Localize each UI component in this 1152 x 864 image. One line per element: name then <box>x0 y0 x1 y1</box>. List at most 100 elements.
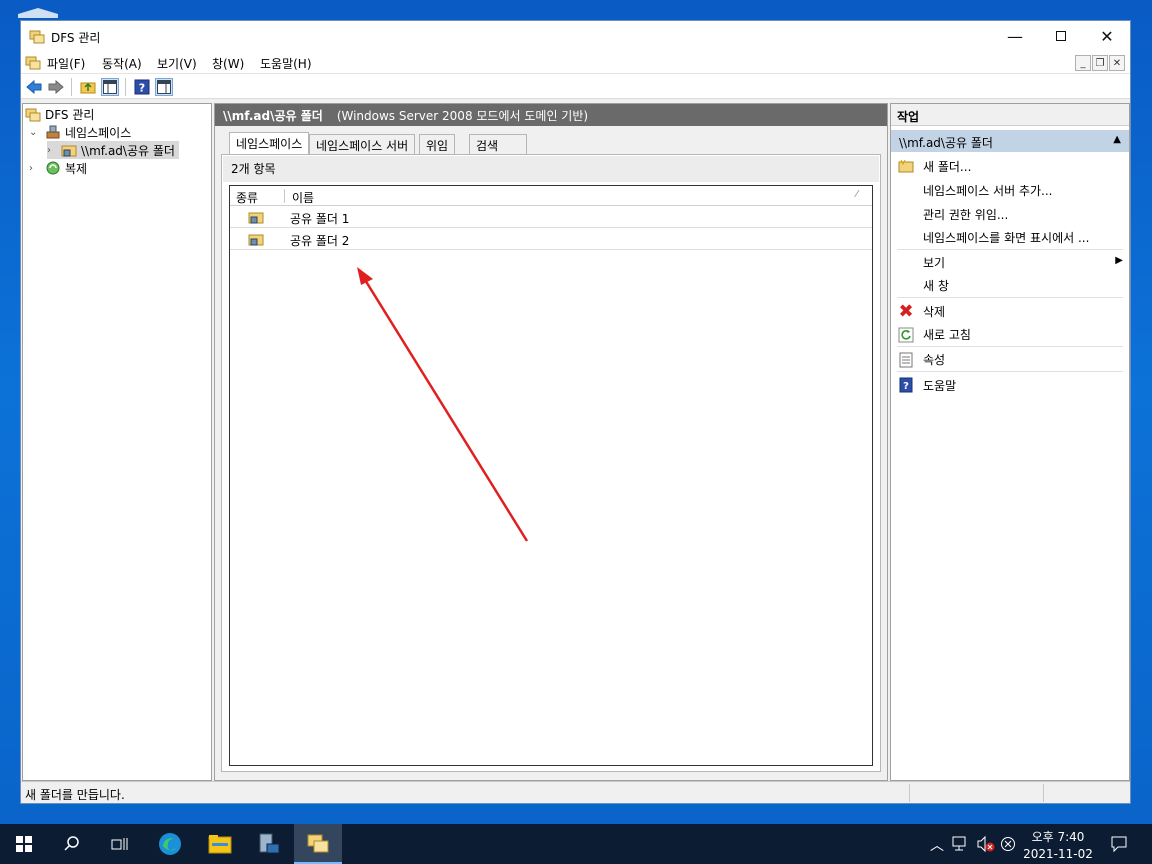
tree-item-root[interactable]: DFS 관리 <box>25 105 94 123</box>
up-folder-icon <box>80 82 96 94</box>
desktop-icon-fragment <box>18 8 58 18</box>
start-button[interactable] <box>0 824 48 864</box>
column-header-type[interactable]: 종류 <box>236 189 258 206</box>
tab-namespace-servers[interactable]: 네임스페이스 서버 <box>309 134 416 154</box>
results-header-path: \\mf.ad\공유 폴더 <box>223 108 323 123</box>
menu-window[interactable]: 창(W) <box>212 55 244 72</box>
list-row-name: 공유 폴더 1 <box>290 212 350 226</box>
close-icon: ✕ <box>1100 26 1114 46</box>
forward-button[interactable] <box>47 78 65 96</box>
action-delete[interactable]: ✖ 삭제 <box>897 299 1123 323</box>
forward-arrow-icon <box>48 80 64 94</box>
title-bar[interactable]: DFS 관리 — ✕ <box>21 21 1130 51</box>
column-header-name[interactable]: 이름 <box>292 189 314 206</box>
mdi-close-button[interactable]: ✕ <box>1109 55 1125 71</box>
mdi-minimize-button[interactable]: _ <box>1075 55 1091 71</box>
notification-cancel-icon[interactable] <box>1000 836 1016 852</box>
maximize-button[interactable] <box>1038 21 1084 51</box>
refresh-icon <box>897 326 915 344</box>
menu-view[interactable]: 보기(V) <box>157 55 197 72</box>
status-divider <box>909 784 910 802</box>
back-arrow-icon <box>26 80 42 94</box>
svg-text:?: ? <box>903 381 909 392</box>
menu-action[interactable]: 동작(A) <box>102 55 142 72</box>
minimize-button[interactable]: — <box>992 21 1038 51</box>
up-folder-button[interactable] <box>79 78 97 96</box>
collapse-up-icon: ▲ <box>1113 134 1121 145</box>
taskbar-edge[interactable] <box>146 824 194 864</box>
show-hidden-icons-chevron-icon[interactable]: ︿ <box>930 835 944 855</box>
tree-item-namespace-share[interactable]: › \\mf.ad\공유 폴더 <box>47 141 179 159</box>
dfs-icon <box>307 834 329 853</box>
minimize-icon: — <box>1007 26 1023 46</box>
list-row[interactable]: 공유 폴더 2 <box>230 228 872 250</box>
folder-list: 종류 이름 ⁄ 공유 폴더 1 공유 폴더 2 <box>229 185 873 766</box>
file-explorer-icon <box>208 835 232 854</box>
actions-section-header[interactable]: \\mf.ad\공유 폴더 ▲ <box>891 130 1129 152</box>
list-row[interactable]: 공유 폴더 1 <box>230 206 872 228</box>
clock-time: 오후 7:40 <box>1031 830 1085 844</box>
show-hide-action-pane-button[interactable] <box>155 78 173 96</box>
action-new-window[interactable]: 새 창 <box>897 274 1123 298</box>
clock[interactable]: 오후 7:40 2021-11-02 <box>1022 826 1094 862</box>
chevron-down-icon: ⌄ <box>29 126 38 138</box>
item-count-bar: 2개 항목 <box>223 156 879 182</box>
app-icon <box>29 28 45 44</box>
properties-icon <box>897 351 915 369</box>
search-icon <box>64 836 79 851</box>
annotation-arrow <box>357 267 529 542</box>
action-delegate-permissions[interactable]: 관리 권한 위임... <box>897 202 1123 226</box>
task-view-button[interactable] <box>96 824 144 864</box>
show-hide-console-tree-button[interactable] <box>101 78 119 96</box>
tree-label-root: DFS 관리 <box>45 107 95 122</box>
edge-icon <box>159 833 181 855</box>
help-button[interactable]: ? <box>133 78 151 96</box>
taskbar-server-manager[interactable] <box>245 824 293 864</box>
action-view[interactable]: 보기 ▶ <box>897 250 1123 274</box>
tree-item-replication[interactable]: › 복제 <box>29 159 87 177</box>
sort-indicator-icon: ⁄ <box>856 189 858 200</box>
taskbar-file-explorer[interactable] <box>196 824 244 864</box>
action-remove-namespace-from-display[interactable]: 네임스페이스를 화면 표시에서 ... <box>897 226 1123 250</box>
tab-delegation[interactable]: 위임 <box>419 134 456 154</box>
action-new-folder[interactable]: 새 폴더... <box>897 154 1123 178</box>
tab-search[interactable]: 검색 <box>469 134 527 154</box>
svg-text:?: ? <box>139 82 145 95</box>
menu-bar: 파일(F) 동작(A) 보기(V) 창(W) 도움말(H) <box>21 51 1130 73</box>
action-add-namespace-server[interactable]: 네임스페이스 서버 추가... <box>897 178 1123 202</box>
status-divider <box>1043 784 1044 802</box>
submenu-arrow-icon: ▶ <box>1115 255 1123 266</box>
action-center-icon[interactable] <box>1110 835 1128 853</box>
task-view-icon <box>111 838 128 850</box>
shared-folder-icon <box>248 209 264 228</box>
back-button[interactable] <box>25 78 43 96</box>
tree-item-namespaces[interactable]: ⌄ 네임스페이스 <box>29 123 131 141</box>
menu-file[interactable]: 파일(F) <box>47 55 85 72</box>
status-text: 새 폴더를 만듭니다. <box>25 788 125 802</box>
console-tree: DFS 관리 ⌄ 네임스페이스 › \\mf.ad\공유 폴더 › 복제 <box>22 103 212 781</box>
console-tree-icon <box>103 80 117 94</box>
mdi-restore-button[interactable]: ❐ <box>1092 55 1108 71</box>
close-button[interactable]: ✕ <box>1084 21 1130 51</box>
search-button[interactable] <box>48 824 96 864</box>
action-refresh[interactable]: 새로 고침 <box>897 323 1123 347</box>
taskbar-dfs-management[interactable] <box>294 824 342 864</box>
network-icon[interactable] <box>952 836 970 852</box>
volume-muted-icon[interactable] <box>976 835 996 853</box>
namespace-folder-icon <box>61 142 77 158</box>
toolbar-divider <box>71 78 72 96</box>
column-divider <box>284 189 285 203</box>
results-header-desc: (Windows Server 2008 모드에서 도메인 기반) <box>336 108 589 123</box>
tab-namespace[interactable]: 네임스페이스 <box>229 132 310 154</box>
menu-help[interactable]: 도움말(H) <box>260 55 312 72</box>
action-properties[interactable]: 속성 <box>897 348 1123 372</box>
list-row-name: 공유 폴더 2 <box>290 234 350 248</box>
toolbar-divider <box>125 78 126 96</box>
action-help[interactable]: ? 도움말 <box>897 373 1123 397</box>
shared-folder-icon <box>248 231 264 250</box>
actions-title: 작업 <box>891 104 1129 126</box>
dfs-icon <box>25 106 41 122</box>
chevron-right-icon: › <box>29 162 33 174</box>
help-icon: ? <box>134 79 150 95</box>
namespace-icon <box>45 124 61 140</box>
